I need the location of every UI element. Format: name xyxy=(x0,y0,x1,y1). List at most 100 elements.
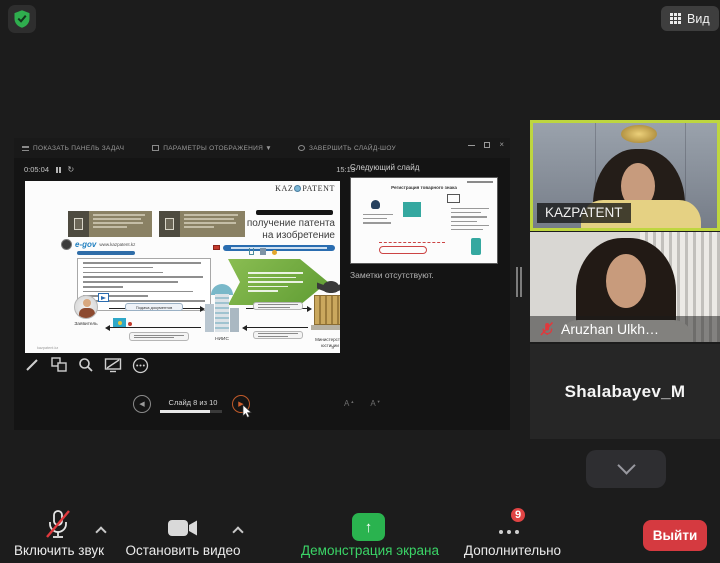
next-slide-label: Следующий слайд xyxy=(350,163,419,172)
see-all-slides-button[interactable] xyxy=(49,355,69,375)
grid-view-icon xyxy=(670,13,681,24)
video-options-chevron[interactable] xyxy=(232,526,243,537)
taskbar-icon xyxy=(22,146,29,151)
shared-screen-presenter-view: ПОКАЗАТЬ ПАНЕЛЬ ЗАДАЧ ПАРАМЕТРЫ ОТОБРАЖЕ… xyxy=(14,138,510,430)
up-arrow-icon: ↑ xyxy=(365,519,373,536)
slide-footer-url: kazpatent.kz xyxy=(37,346,58,350)
monitor-icon xyxy=(447,194,460,203)
documents-icon xyxy=(98,293,109,302)
notes-text: Заметки отсутствуют. xyxy=(350,270,434,280)
font-smaller-button[interactable]: A▼ xyxy=(370,399,380,408)
pause-timer-icon[interactable] xyxy=(56,167,61,173)
building-icon xyxy=(260,248,266,255)
display-settings-label: ПАРАМЕТРЫ ОТОБРАЖЕНИЯ ▼ xyxy=(163,145,272,152)
egov-row: e-gov www.kazpatent.kz xyxy=(61,239,135,250)
mic-options-chevron[interactable] xyxy=(95,526,106,537)
stop-video-button[interactable] xyxy=(167,518,199,538)
dashed-connector xyxy=(379,242,445,243)
show-taskbar-button[interactable]: ПОКАЗАТЬ ПАНЕЛЬ ЗАДАЧ xyxy=(22,145,124,152)
seal-icon xyxy=(128,322,132,326)
end-slideshow-icon xyxy=(298,145,305,151)
beaker-icon xyxy=(249,248,254,255)
next-slide-thumbnail[interactable]: Регистрация товарного знака xyxy=(350,177,498,264)
elapsed-time: 0:05:04 xyxy=(24,165,49,174)
thumb-text-lines xyxy=(363,214,393,224)
slide-counter: Слайд 8 из 10 xyxy=(158,398,228,407)
zoom-slide-button[interactable] xyxy=(76,355,96,375)
video-tile-shalabayev[interactable]: Shalabayev_M xyxy=(530,344,720,439)
unmute-button[interactable] xyxy=(44,509,72,541)
display-settings-icon xyxy=(152,145,159,151)
kazpatent-logo: KAZ PATENT xyxy=(275,184,335,193)
kazpatent-logo-small xyxy=(467,181,493,183)
pen-tool-button[interactable] xyxy=(22,355,42,375)
document-icon xyxy=(68,211,89,237)
arrow-decision-label xyxy=(253,331,303,339)
slide-header-pill xyxy=(256,210,333,215)
ministry-label: Министерство юстиции xyxy=(301,337,340,348)
minimize-icon[interactable] xyxy=(468,145,475,146)
person-icon xyxy=(371,200,380,209)
applicant-label: Заявитель xyxy=(65,322,107,327)
sun-icon xyxy=(272,250,277,255)
info-banner xyxy=(223,245,335,251)
participant-name-label: KAZPATENT xyxy=(537,203,631,223)
mouse-cursor-icon xyxy=(242,405,253,418)
applicant-icon xyxy=(74,295,98,319)
close-icon[interactable]: × xyxy=(499,141,504,149)
previous-slide-button[interactable]: ◀ xyxy=(133,395,151,413)
participant-name-bar: Aruzhan Ulkh… xyxy=(530,316,720,342)
egov-logo: e-gov xyxy=(75,240,96,249)
niis-label: НИИС xyxy=(201,337,243,342)
zoom-meeting-window: Вид ПОКАЗАТЬ ПАНЕЛЬ ЗАДАЧ ПАРАМЕТРЫ ОТОБ… xyxy=(0,0,720,563)
next-slide-title: Регистрация товарного знака xyxy=(351,185,497,190)
presentation-timer: 0:05:04 ↻ xyxy=(24,165,74,174)
notes-font-controls: A▲ A▼ xyxy=(344,399,381,408)
globe-icon xyxy=(294,185,301,192)
leave-button[interactable]: Выйти xyxy=(643,520,707,551)
show-taskbar-label: ПОКАЗАТЬ ПАНЕЛЬ ЗАДАЧ xyxy=(33,145,124,152)
share-screen-button[interactable]: ↑ xyxy=(352,513,385,541)
egov-url: www.kazpatent.kz xyxy=(99,242,135,247)
video-tile-aruzhan[interactable]: Aruzhan Ulkh… xyxy=(530,232,720,342)
restart-timer-icon[interactable]: ↻ xyxy=(68,166,75,174)
end-slideshow-button[interactable]: ЗАВЕРШИТЬ СЛАЙД-ШОУ xyxy=(298,145,396,152)
participant-name-label: Aruzhan Ulkh… xyxy=(561,321,659,337)
presenter-window-controls: × xyxy=(468,141,504,149)
panel-resize-handle[interactable] xyxy=(516,267,522,297)
security-shield-button[interactable] xyxy=(8,5,36,33)
view-button-label: Вид xyxy=(687,12,710,26)
slide-callout-box xyxy=(68,211,152,237)
end-slideshow-label: ЗАВЕРШИТЬ СЛАЙД-ШОУ xyxy=(309,145,396,152)
maximize-icon[interactable] xyxy=(484,142,490,148)
more-button[interactable] xyxy=(499,530,519,534)
view-button[interactable]: Вид xyxy=(661,6,719,31)
slide-page-number: 8 xyxy=(331,345,334,350)
phone-icon xyxy=(471,238,481,255)
more-options-button[interactable] xyxy=(130,355,150,375)
share-screen-label: Демонстрация экрана xyxy=(290,543,450,558)
gold-emblem xyxy=(621,125,657,143)
avatar-icon xyxy=(61,239,72,250)
video-tile-kazpatent[interactable]: KAZPATENT xyxy=(530,120,720,231)
arrow-grant xyxy=(109,327,201,328)
highlight-pill xyxy=(379,246,427,254)
logo-kaz-text: KAZ xyxy=(275,184,293,193)
logo-patent-text: PATENT xyxy=(302,184,335,193)
chevron-down-icon xyxy=(617,456,635,474)
process-icons xyxy=(249,248,277,255)
presenter-tools xyxy=(22,355,150,375)
presenter-menu-bar: ПОКАЗАТЬ ПАНЕЛЬ ЗАДАЧ ПАРАМЕТРЫ ОТОБРАЖЕ… xyxy=(14,138,510,158)
collapse-videos-button[interactable] xyxy=(586,450,666,488)
callout-text-lines xyxy=(180,211,245,237)
slide-title-line1: получение патента xyxy=(247,218,335,230)
egov-subtitle-pill xyxy=(77,251,135,255)
display-settings-button[interactable]: ПАРАМЕТРЫ ОТОБРАЖЕНИЯ ▼ xyxy=(152,145,272,152)
notification-badge: 9 xyxy=(509,506,527,524)
slide-progress-bar xyxy=(160,410,222,413)
building-icon xyxy=(403,202,421,217)
participant-name-label: Shalabayev_M xyxy=(565,382,686,402)
black-screen-button[interactable] xyxy=(103,355,123,375)
arrow-grant-label xyxy=(129,332,189,341)
font-bigger-button[interactable]: A▲ xyxy=(344,399,354,408)
